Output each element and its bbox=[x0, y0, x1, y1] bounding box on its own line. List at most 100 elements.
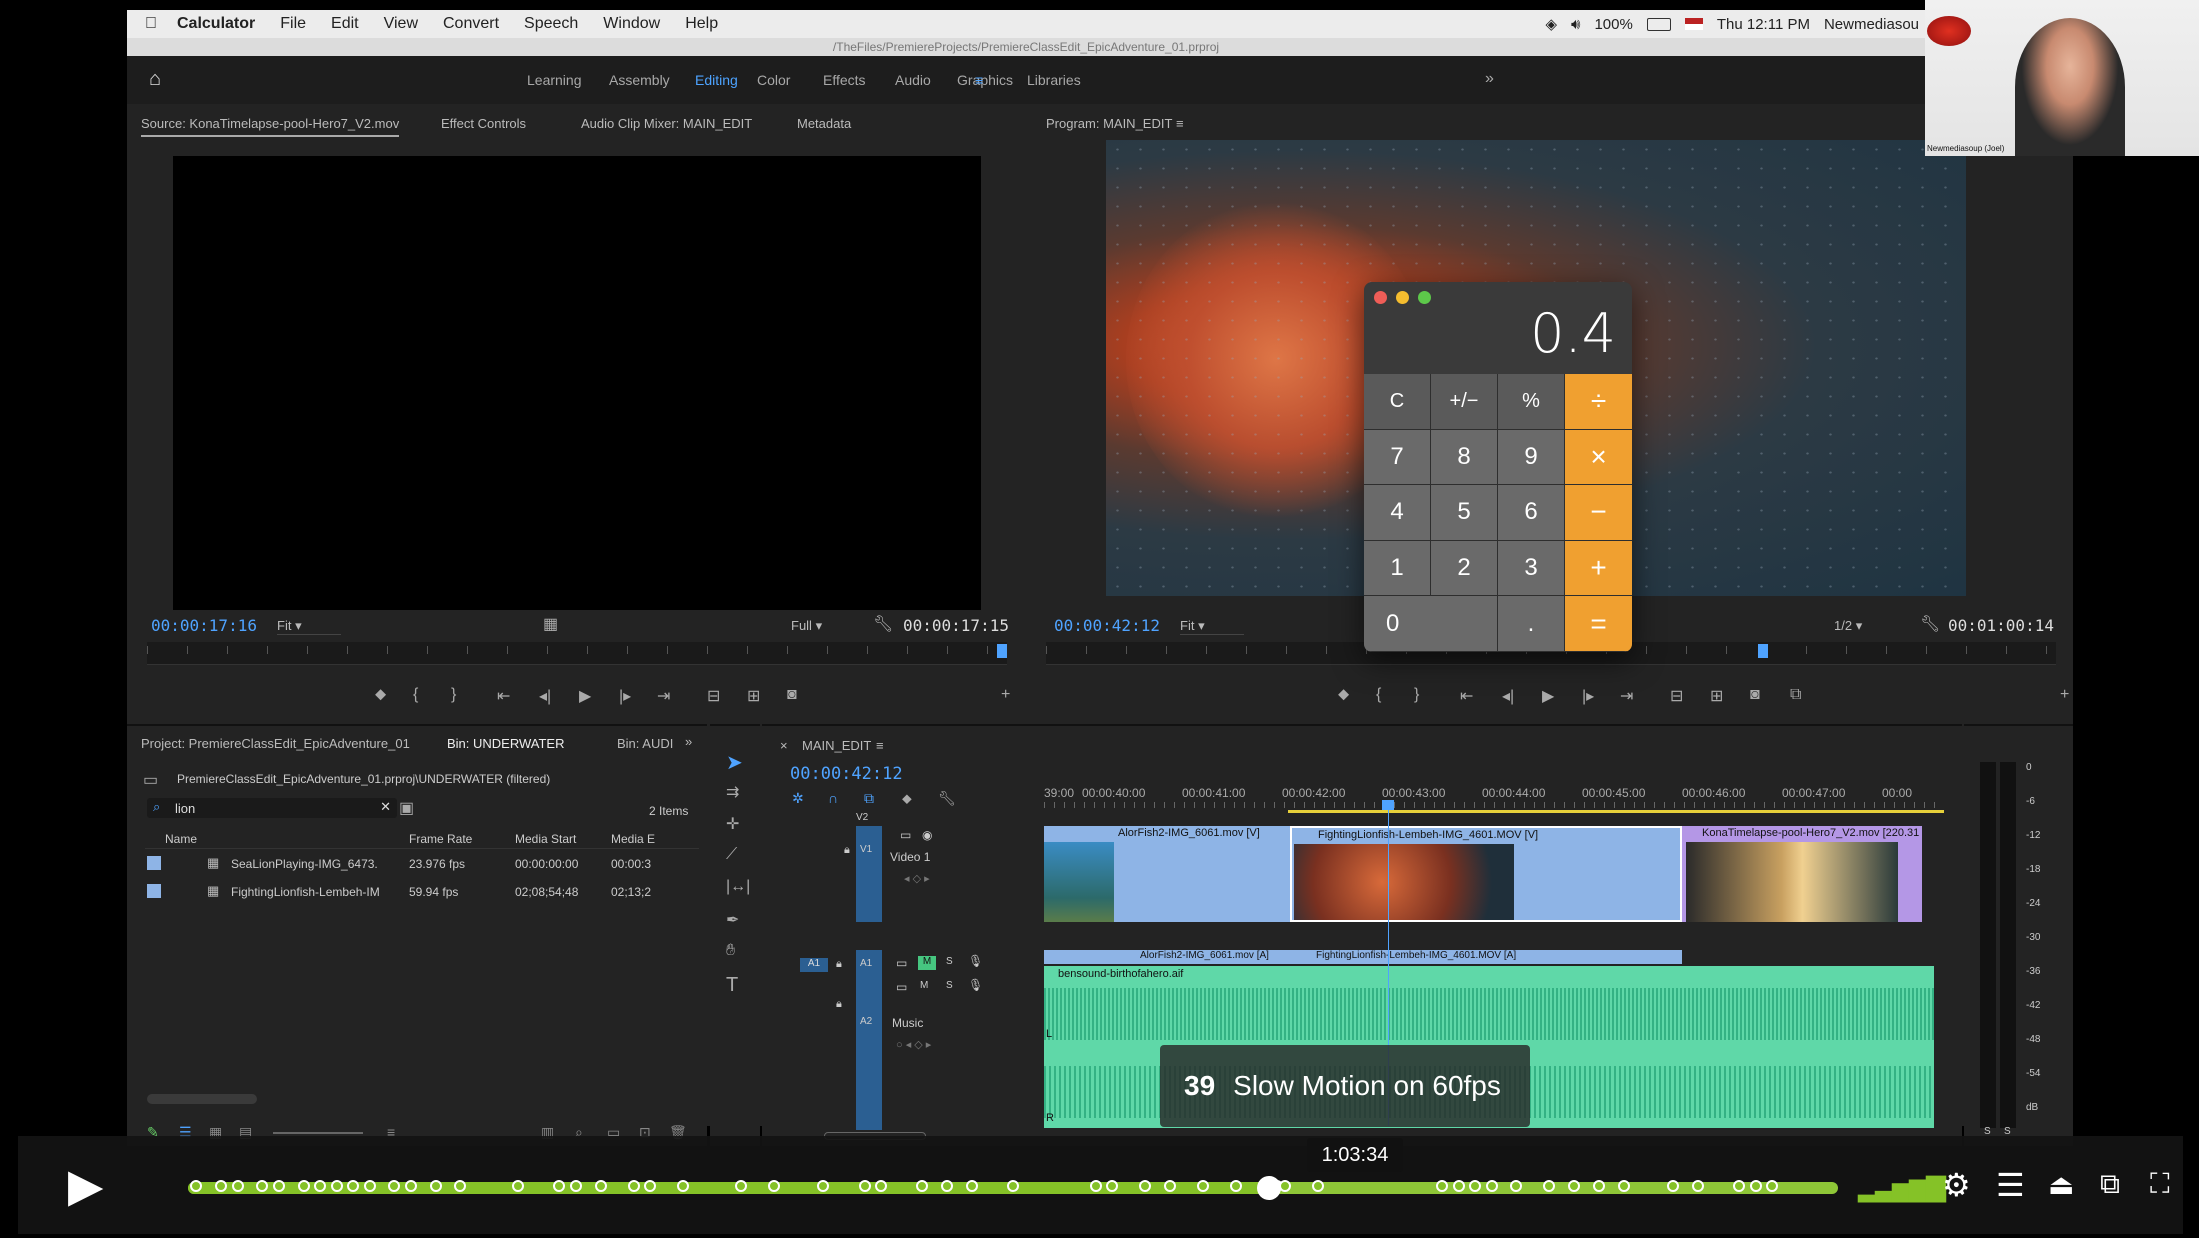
play-icon[interactable]: ▶ bbox=[579, 686, 591, 706]
razor-icon[interactable]: ⟋ bbox=[726, 846, 737, 864]
clip-alorfish-video[interactable]: AlorFish2-IMG_6061.mov [V] bbox=[1044, 826, 1290, 922]
eye-icon[interactable]: ◉ bbox=[922, 828, 932, 842]
source-settings-icon[interactable]: ▦ bbox=[543, 614, 558, 634]
extract-icon[interactable]: ⊞ bbox=[1710, 686, 1723, 706]
overwrite-icon[interactable]: ⊞ bbox=[747, 686, 760, 706]
apple-icon[interactable]:  bbox=[145, 15, 157, 33]
a1-lock-icon[interactable]: 🔒︎ bbox=[836, 958, 842, 971]
menu-item-view[interactable]: View bbox=[384, 15, 418, 32]
source-tab-2[interactable]: Audio Clip Mixer: MAIN_EDIT bbox=[581, 116, 752, 131]
source-tab-3[interactable]: Metadata bbox=[797, 116, 851, 131]
a1-output-icon[interactable]: ▭ bbox=[896, 956, 907, 970]
timeline-menu-icon[interactable]: ≡ bbox=[876, 738, 884, 753]
chapter-marker[interactable] bbox=[569, 1180, 582, 1192]
marker-icon[interactable]: ⬥ bbox=[902, 790, 912, 807]
list-item[interactable]: ▦ SeaLionPlaying-IMG_6473. 23.976 fps 00:00… bbox=[145, 850, 699, 878]
program-quality-select[interactable]: 1/2 ▾ bbox=[1834, 618, 1862, 634]
chapter-marker[interactable] bbox=[1691, 1180, 1704, 1192]
calc-key-5[interactable]: 8 bbox=[1431, 429, 1498, 486]
calc-key-9[interactable]: 5 bbox=[1431, 485, 1498, 541]
battery-icon[interactable] bbox=[1646, 17, 1671, 31]
chapters-icon[interactable]: ☰ bbox=[1996, 1166, 2025, 1204]
chapter-marker[interactable] bbox=[1733, 1180, 1745, 1192]
app-name[interactable]: Calculator bbox=[177, 15, 255, 33]
chapter-marker[interactable] bbox=[1163, 1180, 1176, 1192]
label-color-swatch[interactable] bbox=[147, 884, 161, 898]
chapter-marker[interactable] bbox=[627, 1180, 640, 1192]
search-input[interactable] bbox=[173, 799, 367, 817]
tab-libraries[interactable]: Libraries bbox=[1027, 72, 1081, 88]
track-v2[interactable]: V2 bbox=[856, 812, 868, 823]
mark-out-icon[interactable]: } bbox=[451, 686, 456, 704]
volume-icon[interactable]: ▂▃▅▆▇ bbox=[1858, 1172, 1946, 1203]
chapter-marker[interactable] bbox=[1766, 1180, 1778, 1192]
step-back-icon[interactable]: ◂| bbox=[1502, 686, 1514, 706]
step-back-icon[interactable]: ◂| bbox=[539, 686, 551, 706]
progress-handle[interactable] bbox=[1256, 1176, 1281, 1200]
a1-mic-icon[interactable]: 🎙︎ bbox=[968, 954, 983, 968]
tab-effects[interactable]: Effects bbox=[823, 72, 866, 88]
chapter-marker[interactable] bbox=[767, 1180, 780, 1192]
clock[interactable]: Thu 12:11 PM bbox=[1717, 16, 1810, 33]
mark-in-icon[interactable]: { bbox=[413, 686, 418, 704]
chapter-marker[interactable] bbox=[1436, 1180, 1448, 1192]
editing-menu-icon[interactable]: ≡ bbox=[975, 72, 983, 88]
home-icon[interactable]: ⌂ bbox=[149, 68, 161, 91]
calc-key-10[interactable]: 6 bbox=[1498, 485, 1565, 541]
chapter-marker[interactable] bbox=[297, 1180, 310, 1192]
program-wrench-icon[interactable]: 🔧︎ bbox=[1920, 614, 1940, 634]
timeline-timecode[interactable]: 00:00:42:12 bbox=[790, 764, 903, 784]
project-search[interactable]: ⌕ ✕ bbox=[147, 798, 397, 818]
airplay-icon[interactable]: ⏏ bbox=[2048, 1168, 2074, 1201]
calc-key-8[interactable]: 4 bbox=[1364, 485, 1431, 541]
a2-lock-icon[interactable]: 🔒︎ bbox=[836, 998, 842, 1011]
menu-item-file[interactable]: File bbox=[280, 15, 306, 32]
type-icon[interactable]: T bbox=[726, 974, 738, 997]
clear-search-icon[interactable]: ✕ bbox=[380, 799, 391, 815]
chapter-marker[interactable] bbox=[1106, 1180, 1118, 1192]
chapter-marker[interactable] bbox=[330, 1180, 343, 1192]
chapter-marker[interactable] bbox=[594, 1180, 607, 1192]
goto-out-icon[interactable]: ⇥ bbox=[657, 686, 670, 706]
program-menu-icon[interactable]: ≡ bbox=[1176, 116, 1184, 131]
sync-lock-icon[interactable]: 🔒︎ bbox=[844, 844, 850, 857]
play-icon[interactable]: ▶ bbox=[68, 1158, 103, 1212]
a2-mute-button[interactable]: M bbox=[920, 980, 928, 991]
settings-icon[interactable]: ⚙ bbox=[1942, 1166, 1971, 1204]
panel-overflow-icon[interactable]: » bbox=[685, 734, 692, 749]
calculator-window[interactable]: 0.4 C +/−% ÷ 7 8 9 × 4 5 6− 1 2 3 +0. = bbox=[1364, 282, 1632, 652]
a1-solo-button[interactable]: S bbox=[946, 956, 953, 967]
calc-key-2[interactable]: % bbox=[1498, 374, 1565, 430]
player-progress-bar[interactable] bbox=[188, 1176, 1838, 1200]
chapter-marker[interactable] bbox=[644, 1180, 656, 1192]
calc-key-18[interactable]: = bbox=[1565, 596, 1632, 652]
a2-output-icon[interactable]: ▭ bbox=[896, 980, 907, 994]
chapter-marker[interactable] bbox=[1568, 1180, 1580, 1192]
linked-icon[interactable]: ⧉ bbox=[864, 790, 874, 807]
chapter-marker[interactable] bbox=[404, 1180, 417, 1192]
timeline-title[interactable]: MAIN_EDIT bbox=[802, 738, 871, 753]
chapter-marker[interactable] bbox=[314, 1180, 326, 1192]
a2-solo-button[interactable]: S bbox=[946, 980, 953, 991]
column-header-0[interactable]: Name bbox=[165, 832, 197, 846]
program-timecode[interactable]: 00:00:42:12 bbox=[1054, 616, 1160, 635]
goto-in-icon[interactable]: ⇤ bbox=[1460, 686, 1473, 706]
chapter-marker[interactable] bbox=[272, 1180, 285, 1192]
slip-icon[interactable]: |↔| bbox=[726, 878, 750, 896]
comparison-icon[interactable]: ⧉ bbox=[1790, 686, 1801, 704]
project-tab-0[interactable]: Project: PremiereClassEdit_EpicAdventure… bbox=[141, 736, 410, 751]
pip-icon[interactable]: ⧉ bbox=[2100, 1168, 2120, 1201]
calc-key-11[interactable]: − bbox=[1565, 485, 1632, 541]
timeline-playhead[interactable] bbox=[1382, 800, 1394, 810]
chapter-marker[interactable] bbox=[347, 1180, 359, 1192]
source-timecode[interactable]: 00:00:17:16 bbox=[151, 616, 257, 635]
goto-in-icon[interactable]: ⇤ bbox=[497, 686, 510, 706]
tab-learning[interactable]: Learning bbox=[527, 72, 582, 88]
menu-item-edit[interactable]: Edit bbox=[331, 15, 359, 32]
add-button-icon[interactable]: + bbox=[1001, 686, 1010, 704]
ripple-edit-icon[interactable]: ✛ bbox=[726, 814, 739, 834]
work-area-bar[interactable] bbox=[1288, 810, 1944, 813]
chapter-marker[interactable] bbox=[1469, 1180, 1481, 1192]
a2-mic-icon[interactable]: 🎙︎ bbox=[968, 978, 983, 992]
wifi-icon[interactable]: ◈ bbox=[1545, 15, 1557, 33]
